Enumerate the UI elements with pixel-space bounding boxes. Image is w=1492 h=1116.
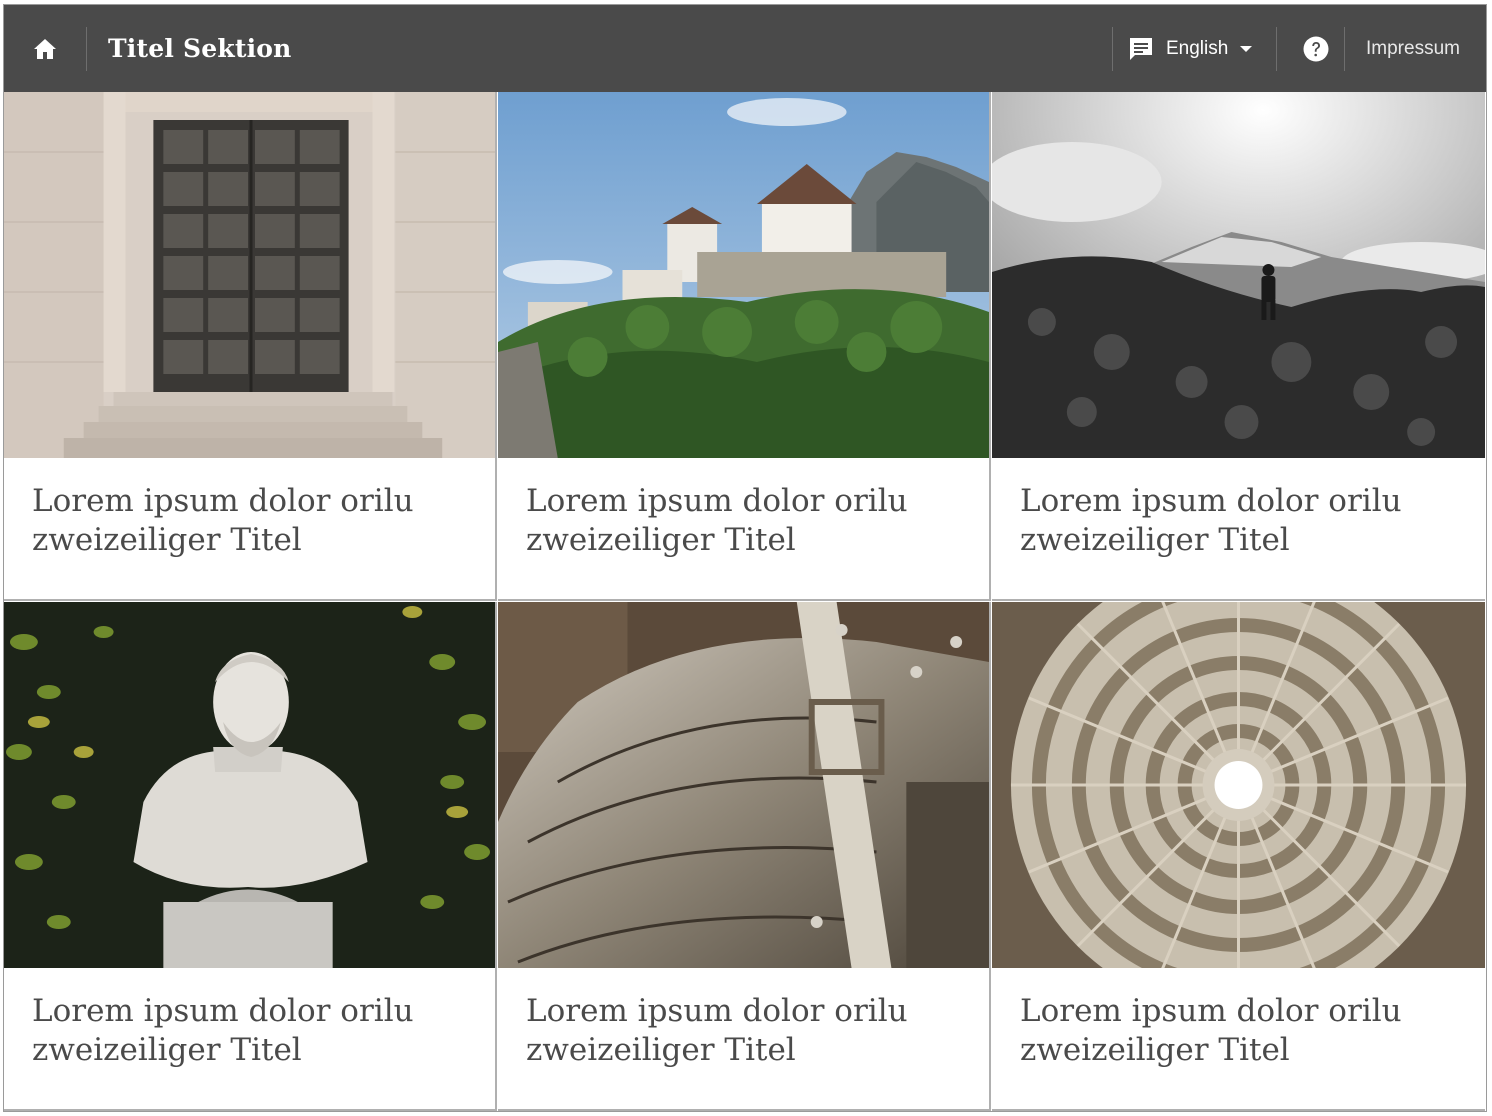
content-card[interactable]: Lorem ipsum dolor orilu zweizeiliger Tit…	[498, 602, 991, 1111]
card-image-armor-plate	[498, 602, 989, 968]
content-card[interactable]: Lorem ipsum dolor orilu zweizeiliger Tit…	[992, 92, 1485, 601]
language-label: English	[1166, 37, 1229, 59]
divider	[1276, 27, 1277, 71]
card-image-bronze-door	[4, 92, 495, 458]
card-title: Lorem ipsum dolor orilu zweizeiliger Tit…	[526, 483, 908, 558]
impressum-link[interactable]: Impressum	[1366, 5, 1460, 92]
card-title: Lorem ipsum dolor orilu zweizeiliger Tit…	[1020, 993, 1402, 1068]
home-icon	[34, 38, 56, 59]
card-title: Lorem ipsum dolor orilu zweizeiliger Tit…	[32, 483, 414, 558]
card-image-hiker-mountain	[992, 92, 1485, 458]
top-navigation-bar: Titel Sektion English Impressum	[4, 5, 1486, 92]
chat-icon	[1130, 38, 1152, 60]
card-title: Lorem ipsum dolor orilu zweizeiliger Tit…	[1020, 483, 1402, 558]
content-card[interactable]: Lorem ipsum dolor orilu zweizeiliger Tit…	[992, 602, 1485, 1111]
help-circle-icon	[1303, 36, 1329, 61]
card-image-marble-bust	[4, 602, 495, 968]
content-card[interactable]: Lorem ipsum dolor orilu zweizeiliger Tit…	[498, 92, 991, 601]
card-grid: Lorem ipsum dolor orilu zweizeiliger Tit…	[4, 92, 1486, 1111]
card-title: Lorem ipsum dolor orilu zweizeiliger Tit…	[526, 993, 908, 1068]
language-selector[interactable]: English	[1128, 5, 1278, 92]
divider	[1112, 27, 1113, 71]
divider	[86, 27, 87, 71]
page-title: Titel Sektion	[108, 34, 292, 63]
divider	[1344, 27, 1345, 71]
card-title: Lorem ipsum dolor orilu zweizeiliger Tit…	[32, 993, 414, 1068]
content-card[interactable]: Lorem ipsum dolor orilu zweizeiliger Tit…	[4, 602, 497, 1111]
app-frame: Titel Sektion English Impressum Lorem ip…	[3, 4, 1487, 1112]
home-button[interactable]	[4, 5, 86, 92]
content-card[interactable]: Lorem ipsum dolor orilu zweizeiliger Tit…	[4, 92, 497, 601]
help-button[interactable]	[1288, 5, 1344, 92]
card-image-castle-hilltop	[498, 92, 989, 458]
caret-down-icon	[1240, 45, 1253, 52]
card-image-pantheon-dome	[992, 602, 1485, 968]
